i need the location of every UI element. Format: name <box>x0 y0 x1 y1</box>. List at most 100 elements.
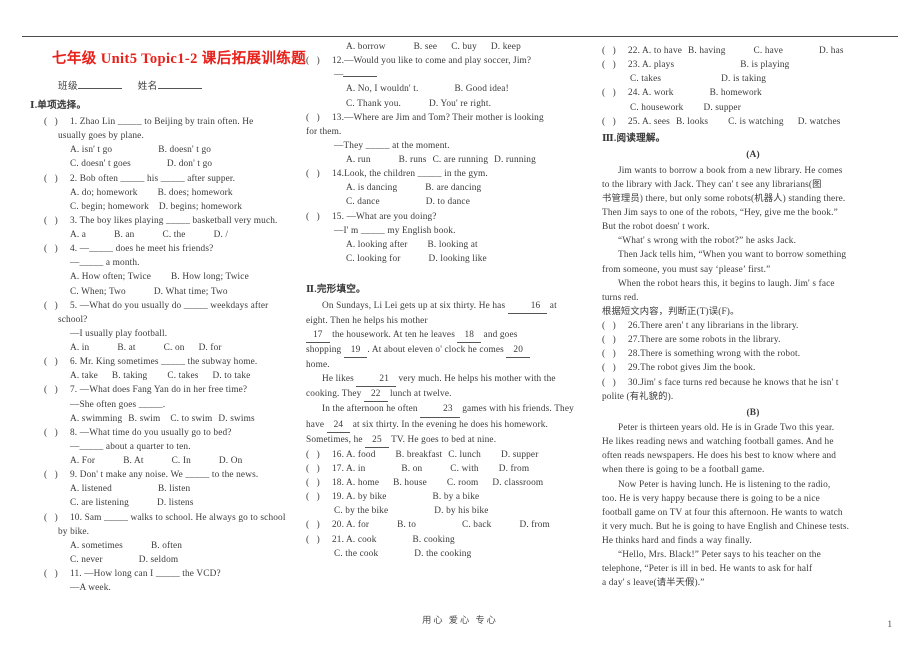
answer-bracket[interactable]: ( ) <box>44 115 70 129</box>
answer-bracket[interactable]: ( ) <box>306 462 332 476</box>
option-b[interactable]: B. doesn' t go <box>158 145 211 155</box>
option-d[interactable]: D. for <box>199 343 222 353</box>
option-b[interactable]: B. see <box>414 42 438 52</box>
option-c[interactable]: C. dance <box>346 197 380 207</box>
option-b[interactable]: B. homework <box>710 88 762 98</box>
answer-bracket[interactable]: ( ) <box>602 115 628 129</box>
option-a[interactable]: A. to have <box>642 46 682 56</box>
option-d[interactable]: D. the cooking <box>414 549 471 559</box>
option-d[interactable]: D. to take <box>213 371 251 381</box>
option-b[interactable]: B. often <box>151 541 182 551</box>
option-d[interactable]: D. don' t go <box>167 159 212 169</box>
answer-bracket[interactable]: ( ) <box>306 518 332 532</box>
option-a[interactable]: A. swimming <box>70 414 122 424</box>
cloze-blank-23[interactable]: 23 <box>420 402 460 418</box>
option-a[interactable]: A. in <box>70 343 89 353</box>
option-d[interactable]: D. running <box>494 155 536 165</box>
option-d[interactable]: D. has <box>819 46 844 56</box>
option-d[interactable]: D. supper <box>501 450 539 460</box>
cloze-blank-21[interactable]: 21 <box>356 372 397 388</box>
option-b[interactable]: B. Good idea! <box>454 84 508 94</box>
option-d[interactable]: D. You' re right. <box>429 99 491 109</box>
option-c[interactable]: C. takes <box>630 74 661 84</box>
option-d[interactable]: D. from <box>499 464 529 474</box>
cloze-blank-17[interactable]: 17 <box>306 328 330 343</box>
option-b[interactable]: B. does; homework <box>158 188 233 198</box>
option-c[interactable]: C. When; Two <box>70 287 126 297</box>
option-d[interactable]: D. from <box>519 520 549 530</box>
option-d[interactable]: D. / <box>214 230 229 240</box>
answer-bracket[interactable]: ( ) <box>602 347 628 361</box>
option-c[interactable]: C. is watching <box>728 117 784 127</box>
option-a[interactable]: A. listened <box>70 484 112 494</box>
class-blank[interactable] <box>78 88 123 90</box>
cloze-blank-25[interactable]: 25 <box>365 433 389 448</box>
option-d[interactable]: D. What time; Two <box>154 287 228 297</box>
option-a[interactable]: A. home <box>346 478 379 488</box>
answer-bracket[interactable]: ( ) <box>44 214 70 228</box>
option-c[interactable]: C. with <box>450 464 478 474</box>
option-a[interactable]: A. work <box>642 88 674 98</box>
option-a[interactable]: A. For <box>70 456 95 466</box>
option-c[interactable]: C. are listening <box>70 498 129 508</box>
option-a[interactable]: A. plays <box>642 60 674 70</box>
answer-bracket[interactable]: ( ) <box>306 448 332 462</box>
option-c[interactable]: C. doesn' t goes <box>70 159 131 169</box>
option-a[interactable]: A. looking after <box>346 240 408 250</box>
cloze-blank-19[interactable]: 19 <box>343 343 368 359</box>
answer-bracket[interactable]: ( ) <box>44 172 70 186</box>
option-a[interactable]: A. sees <box>642 117 670 127</box>
option-c[interactable]: C. In <box>172 456 191 466</box>
answer-bracket[interactable]: ( ) <box>306 490 332 504</box>
option-c[interactable]: C. Thank you. <box>346 99 401 109</box>
option-b[interactable]: B. looks <box>676 117 708 127</box>
option-d[interactable]: D. classroom <box>492 478 543 488</box>
option-b[interactable]: B. an <box>114 230 134 240</box>
answer-bracket[interactable]: ( ) <box>602 376 628 390</box>
option-a[interactable]: A. do; homework <box>70 188 138 198</box>
option-a[interactable]: A. isn' t go <box>70 145 112 155</box>
answer-bracket[interactable]: ( ) <box>602 86 628 100</box>
option-d[interactable]: D. swims <box>218 414 254 424</box>
option-c[interactable]: C. housework <box>630 103 683 113</box>
option-a[interactable]: A. a <box>70 230 86 240</box>
option-a[interactable]: A. in <box>346 464 365 474</box>
answer-bracket[interactable]: ( ) <box>44 242 70 256</box>
answer-bracket[interactable]: ( ) <box>44 468 70 482</box>
answer-bracket[interactable]: ( ) <box>602 44 628 58</box>
answer-bracket[interactable]: ( ) <box>306 54 332 68</box>
option-b[interactable]: B. breakfast <box>396 450 443 460</box>
answer-blank[interactable] <box>343 76 378 78</box>
answer-bracket[interactable]: ( ) <box>44 511 70 525</box>
option-b[interactable]: B. At <box>123 456 143 466</box>
option-b[interactable]: B. cooking <box>413 535 455 545</box>
answer-bracket[interactable]: ( ) <box>44 426 70 440</box>
answer-bracket[interactable]: ( ) <box>602 58 628 72</box>
option-a[interactable]: A. for <box>346 520 369 530</box>
answer-bracket[interactable]: ( ) <box>602 333 628 347</box>
option-a[interactable]: A. No, I wouldn' t. <box>346 84 418 94</box>
option-a[interactable]: A. take <box>70 371 98 381</box>
option-b[interactable]: B. are dancing <box>425 183 481 193</box>
option-c[interactable]: C. never <box>70 555 103 565</box>
option-d[interactable]: D. looking like <box>429 254 487 264</box>
option-b[interactable]: B. at <box>117 343 135 353</box>
answer-bracket[interactable]: ( ) <box>306 476 332 490</box>
answer-bracket[interactable]: ( ) <box>306 167 332 181</box>
option-c[interactable]: C. takes <box>167 371 198 381</box>
answer-bracket[interactable]: ( ) <box>44 567 70 581</box>
answer-bracket[interactable]: ( ) <box>306 111 332 125</box>
option-a[interactable]: A. cook <box>346 535 376 545</box>
option-d[interactable]: D. listens <box>157 498 194 508</box>
option-b[interactable]: B. How long; Twice <box>171 272 249 282</box>
option-b[interactable]: B. house <box>393 478 427 488</box>
option-c[interactable]: C. room <box>447 478 479 488</box>
answer-bracket[interactable]: ( ) <box>306 533 332 547</box>
option-d[interactable]: D. begins; homework <box>159 202 242 212</box>
option-d[interactable]: D. to dance <box>426 197 470 207</box>
cloze-blank-16[interactable]: 16 <box>507 299 548 314</box>
option-c[interactable]: C. to swim <box>170 414 212 424</box>
option-a[interactable]: A. food <box>346 450 375 460</box>
option-a[interactable]: A. by bike <box>346 492 387 502</box>
option-a[interactable]: A. run <box>346 155 371 165</box>
